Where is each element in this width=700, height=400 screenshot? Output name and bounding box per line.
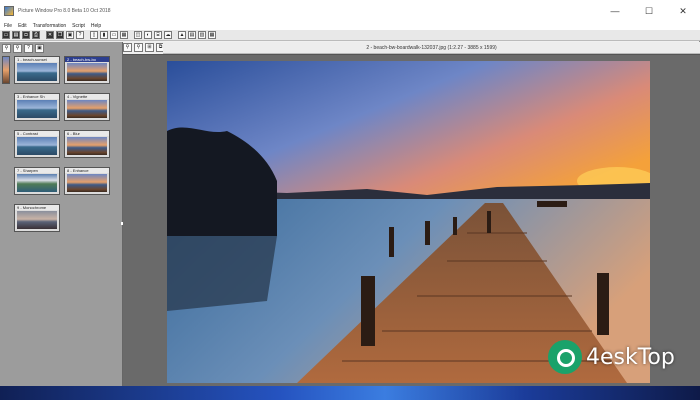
toolbar-table-icon[interactable]: ▦ <box>208 31 216 39</box>
image-window: ⚲ ⚲ ⊞ ⧉ 2 - beach-bw-boardwalk-132037.jp… <box>123 42 700 386</box>
thumbnail-image <box>17 63 57 81</box>
thumbnail-image <box>17 137 57 155</box>
toolbar-panels-icon[interactable]: ▥ <box>198 31 206 39</box>
thumbnail-label: 4 - Vignette <box>65 94 109 99</box>
thumbnail-item[interactable]: 6 - Blur <box>64 130 110 158</box>
toolbar-open-icon[interactable]: ▤ <box>12 31 20 39</box>
thumbnail-item[interactable]: 7 - Sharpen <box>14 167 60 195</box>
toolbar-landscape-icon[interactable]: ▲ <box>178 31 186 39</box>
toolbar-layers-icon[interactable]: ▤ <box>188 31 196 39</box>
toolbar-cloud-icon[interactable]: ☁ <box>164 31 172 39</box>
window-title: Picture Window Pro 8.0 Beta 10 Oct 2018 <box>18 8 111 14</box>
thumbnail-label: 1 - beach-sunset <box>15 57 59 62</box>
toolbar-copy-icon[interactable]: ❐ <box>56 31 64 39</box>
menu-script[interactable]: Script <box>72 23 85 29</box>
zoom-out-icon[interactable]: ⚲ <box>13 44 22 53</box>
toolbar-view-icon[interactable]: ▭ <box>110 31 118 39</box>
help-icon[interactable]: ? <box>24 44 33 53</box>
watermark-logo-icon <box>548 340 582 374</box>
thumbnail-image <box>67 100 107 118</box>
thumbnail-item[interactable]: 1 - beach-sunset <box>14 56 60 84</box>
maximize-button[interactable]: ☐ <box>632 0 666 22</box>
toolbar-grid-icon[interactable]: ▦ <box>120 31 128 39</box>
toolbar-page-icon[interactable]: ▮ <box>100 31 108 39</box>
app-icon <box>4 6 14 16</box>
thumbnail-label: 6 - Blur <box>65 131 109 136</box>
image-title: 2 - beach-bw-boardwalk-132037.jpg (1:2.2… <box>366 44 497 51</box>
thumbnail-grid: 1 - beach-sunset 2 - beach-bw-bo 3 - Enhan… <box>0 56 122 256</box>
thumbnail-label: 5 - Contrast <box>15 131 59 136</box>
thumbnail-image <box>17 174 57 192</box>
close-button[interactable]: ✕ <box>666 0 700 22</box>
thumbnail-image <box>17 100 57 118</box>
thumbnail-label: 2 - beach-bw-bo <box>65 57 109 62</box>
toolbar-print-icon[interactable]: ⎙ <box>32 31 40 39</box>
thumbnail-label: 7 - Sharpen <box>15 168 59 173</box>
thumbnail-image <box>17 211 57 229</box>
zoom-in-icon[interactable]: ⚲ <box>2 44 11 53</box>
toolbar-ruler-icon[interactable]: ⌸ <box>154 31 162 39</box>
thumbnail-item[interactable]: 9 - Monochrome <box>14 204 60 232</box>
toolbar-select-icon[interactable]: ◫ <box>134 31 142 39</box>
menu-help[interactable]: Help <box>91 23 101 29</box>
thumbnail-item[interactable]: 3 - Enhance Sh <box>14 93 60 121</box>
thumbnail-panel: ⚲ ⚲ ? ▣ 1 - beach-sunset 2 - beach-bw-bo 3… <box>0 42 123 386</box>
thumbnail-label: 9 - Monochrome <box>15 205 59 210</box>
app-window: Picture Window Pro 8.0 Beta 10 Oct 2018 … <box>0 0 700 386</box>
watermark-text: 4eskTop <box>586 344 675 370</box>
toolbar-paste-icon[interactable]: ▣ <box>66 31 74 39</box>
thumbnail-image <box>67 63 107 81</box>
toolbar-scroll-icon[interactable]: ▯ <box>90 31 98 39</box>
menu-file[interactable]: File <box>4 23 12 29</box>
thumbnail-item[interactable]: 8 - Enhance <box>64 167 110 195</box>
panel-options-icon[interactable]: ▣ <box>35 44 44 53</box>
toolbar-new-icon[interactable]: ▭ <box>2 31 10 39</box>
watermark: 4eskTop <box>548 337 675 377</box>
image-zoom-in-icon[interactable]: ⚲ <box>123 43 132 52</box>
toolbar-save-icon[interactable]: ◘ <box>22 31 30 39</box>
taskbar <box>0 386 700 400</box>
thumbnail-tools: ⚲ ⚲ ? ▣ <box>2 44 46 53</box>
menu-transformation[interactable]: Transformation <box>33 23 66 29</box>
main-toolbar: ▭ ▤ ◘ ⎙ ✕ ❐ ▣? ▯ ▮ ▭ ▦ ◫ ◐ ⌸ ☁ ▲ ▤ ▥ ▦ <box>0 30 700 41</box>
thumbnail-label: 3 - Enhance Sh <box>15 94 59 99</box>
thumbnail-item[interactable]: 4 - Vignette <box>64 93 110 121</box>
image-title-bar: 2 - beach-bw-boardwalk-132037.jpg (1:2.2… <box>163 42 700 54</box>
thumbnail-image <box>67 137 107 155</box>
title-bar: Picture Window Pro 8.0 Beta 10 Oct 2018 … <box>0 0 700 22</box>
image-zoom-out-icon[interactable]: ⚲ <box>134 43 143 52</box>
thumbnail-label: 8 - Enhance <box>65 168 109 173</box>
thumbnail-image <box>67 174 107 192</box>
menu-bar: File Edit Transformation Script Help <box>0 22 700 30</box>
toolbar-close-icon[interactable]: ✕ <box>46 31 54 39</box>
toolbar-mask-icon[interactable]: ◐ <box>144 31 152 39</box>
thumbnail-item[interactable]: 5 - Contrast <box>14 130 60 158</box>
menu-edit[interactable]: Edit <box>18 23 27 29</box>
toolbar-help-icon[interactable]: ? <box>76 31 84 39</box>
thumbnail-item[interactable]: 2 - beach-bw-bo <box>64 56 110 84</box>
fit-window-icon[interactable]: ⊞ <box>145 43 154 52</box>
image-tools: ⚲ ⚲ ⊞ ⧉ <box>123 43 167 52</box>
boardwalk-sunset-photo[interactable] <box>167 61 650 383</box>
minimize-button[interactable]: — <box>598 0 632 22</box>
